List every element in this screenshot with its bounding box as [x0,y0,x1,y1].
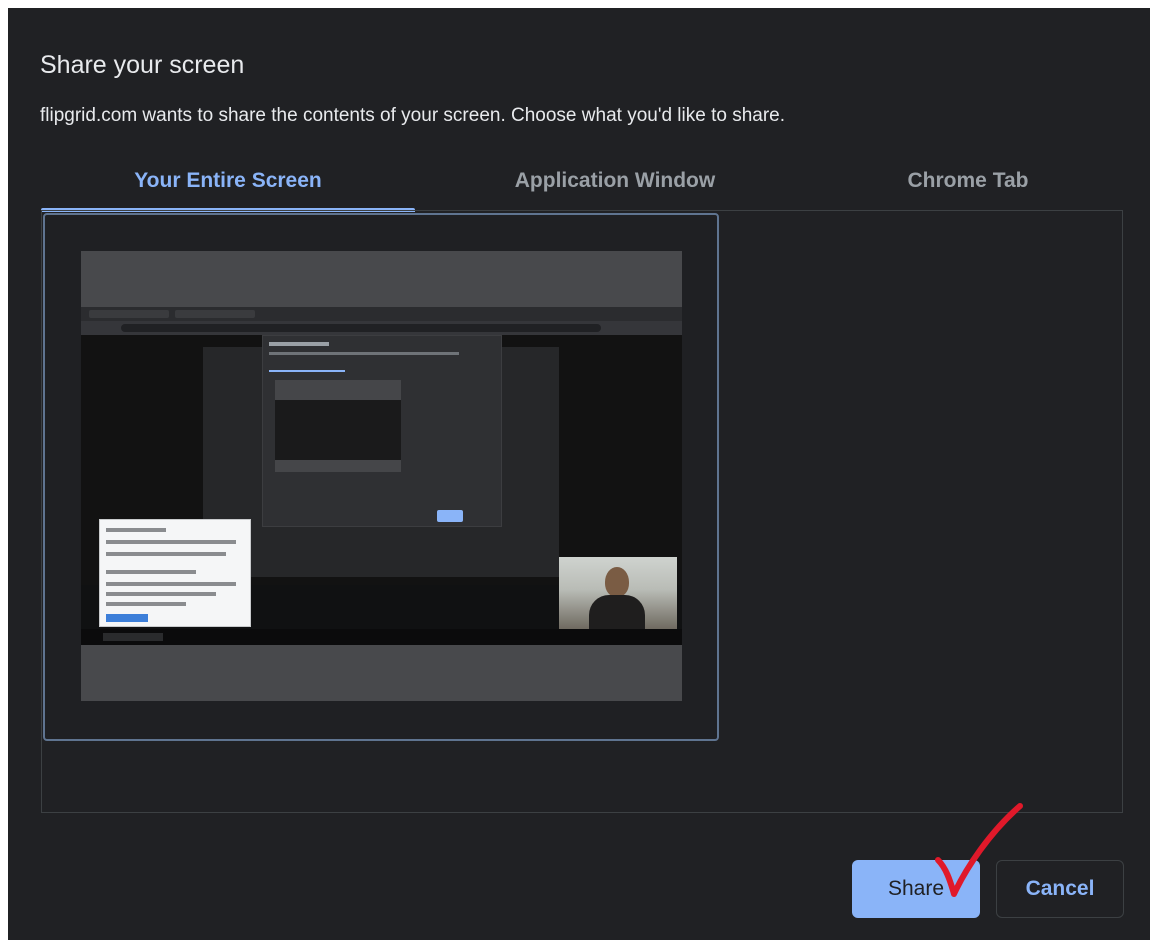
thumbnail-screen-content [81,307,682,645]
thumbnail-webcam-preview [559,557,677,629]
tab-application-window[interactable]: Application Window [415,162,815,210]
share-button[interactable]: Share [852,860,980,918]
thumbnail-browser-tabstrip [81,307,682,321]
dialog-subtitle: flipgrid.com wants to share the contents… [40,105,786,126]
thumbnail-taskbar [81,629,682,645]
thumbnail-nested-share-dialog [262,335,502,527]
share-screen-dialog: Share your screen flipgrid.com wants to … [8,8,1150,940]
tab-label: Chrome Tab [907,169,1029,192]
tab-chrome-tab[interactable]: Chrome Tab [815,162,1121,210]
tab-label: Application Window [514,169,716,192]
dialog-title: Share your screen [40,51,245,79]
tab-your-entire-screen[interactable]: Your Entire Screen [41,162,415,212]
cancel-button[interactable]: Cancel [996,860,1124,918]
thumbnail-popup-window [99,519,251,627]
source-tabs: Your Entire Screen Application Window Ch… [41,162,1124,212]
screen-thumbnail [81,251,682,701]
thumbnail-address-bar [81,321,682,335]
entire-screen-source-item[interactable] [43,213,719,741]
tab-label: Your Entire Screen [134,169,322,192]
source-list-panel [41,210,1123,813]
